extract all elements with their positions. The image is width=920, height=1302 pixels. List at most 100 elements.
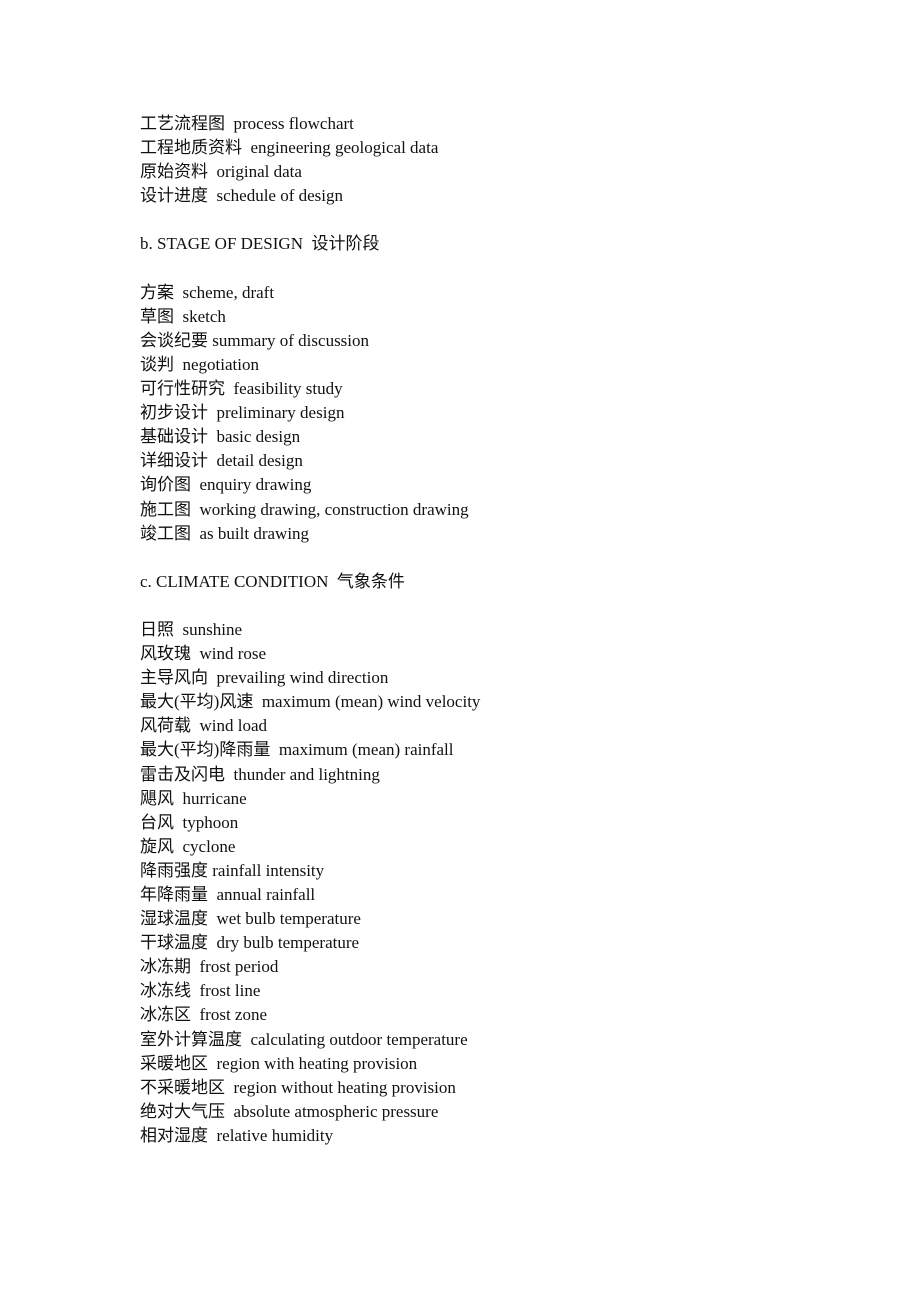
- term-chinese: 方案: [140, 282, 174, 302]
- term-english: negotiation: [182, 354, 259, 374]
- term-english: process flowchart: [233, 114, 354, 133]
- glossary-entry: 设计进度 schedule of design: [140, 184, 480, 208]
- term-separator: [174, 837, 183, 856]
- term-english: schedule of design: [216, 186, 344, 206]
- term-separator: [191, 1005, 200, 1024]
- term-separator: [208, 933, 217, 952]
- term-chinese: 相对湿度: [140, 1125, 208, 1145]
- term-chinese: 干球温度: [140, 933, 208, 953]
- term-english: maximum (mean) wind velocity: [261, 692, 481, 712]
- glossary-entry: 详细设计 detail design: [140, 449, 480, 473]
- term-chinese: 基础设计: [140, 427, 208, 447]
- term-english: engineering geological data: [250, 138, 439, 158]
- glossary-entry: 旋风 cyclone: [140, 835, 480, 859]
- term-chinese: 工艺流程图: [140, 114, 225, 133]
- term-english: frost zone: [199, 1005, 268, 1025]
- glossary-entry: 询价图 enquiry drawing: [140, 473, 480, 497]
- term-separator: [208, 1126, 217, 1145]
- term-chinese: 风荷载: [140, 716, 191, 736]
- term-separator: [174, 620, 183, 639]
- term-separator: [174, 813, 183, 832]
- term-separator: [208, 909, 217, 928]
- term-separator: [225, 379, 234, 398]
- glossary-entry: 谈判 negotiation: [140, 353, 480, 377]
- term-chinese: 台风: [140, 812, 174, 832]
- term-chinese: 雷击及闪电: [140, 764, 225, 784]
- term-separator: [225, 1078, 234, 1097]
- glossary-entry: 原始资料 original data: [140, 160, 480, 184]
- term-english: as built drawing: [199, 523, 310, 543]
- glossary-entry: 可行性研究 feasibility study: [140, 377, 480, 401]
- term-english: dry bulb temperature: [216, 933, 360, 953]
- section-heading: b. STAGE OF DESIGN 设计阶段: [140, 234, 380, 254]
- term-separator: [242, 1030, 251, 1049]
- document-page: 工艺流程图 process flowchart 工程地质资料 engineerin…: [140, 112, 480, 1148]
- term-chinese: 冰冻期: [140, 957, 191, 977]
- term-chinese: 会谈纪要: [140, 330, 208, 350]
- term-separator: [208, 1054, 217, 1073]
- term-english: frost line: [199, 981, 261, 1001]
- glossary-entry: 绝对大气压 absolute atmospheric pressure: [140, 1100, 480, 1124]
- glossary-entry: 基础设计 basic design: [140, 425, 480, 449]
- term-separator: [174, 789, 183, 808]
- glossary-entry: 干球温度 dry bulb temperature: [140, 931, 480, 955]
- term-separator: [208, 451, 217, 470]
- glossary-entry: 冰冻线 frost line: [140, 979, 480, 1003]
- term-chinese: 谈判: [140, 354, 174, 374]
- term-english: working drawing, construction drawing: [199, 499, 469, 519]
- term-english: sunshine: [182, 619, 243, 639]
- term-chinese: 竣工图: [140, 523, 191, 543]
- term-separator: [191, 957, 200, 976]
- term-separator: [225, 765, 234, 784]
- term-chinese: 主导风向: [140, 668, 208, 688]
- term-separator: [208, 427, 217, 446]
- glossary-entry: 方案 scheme, draft: [140, 281, 480, 305]
- term-separator: [191, 475, 200, 494]
- term-chinese: 室外计算温度: [140, 1029, 242, 1049]
- term-separator: [174, 355, 183, 374]
- term-chinese: 采暖地区: [140, 1053, 208, 1073]
- term-separator: [208, 668, 217, 687]
- term-separator: [225, 1102, 234, 1121]
- term-separator: [253, 692, 262, 711]
- glossary-entry: 风荷载 wind load: [140, 714, 480, 738]
- glossary-entry: 风玫瑰 wind rose: [140, 642, 480, 666]
- term-english: enquiry drawing: [199, 475, 312, 495]
- glossary-entry: 相对湿度 relative humidity: [140, 1124, 480, 1148]
- term-chinese: 可行性研究: [140, 379, 225, 399]
- term-chinese: 最大(平均)风速: [140, 692, 254, 712]
- term-english: relative humidity: [216, 1125, 334, 1145]
- term-english: original data: [216, 162, 302, 182]
- term-english: rainfall intensity: [212, 860, 325, 880]
- term-english: frost period: [199, 957, 279, 977]
- term-chinese: 冰冻线: [140, 981, 191, 1001]
- glossary-entry: 湿球温度 wet bulb temperature: [140, 907, 480, 931]
- term-english: calculating outdoor temperature: [250, 1029, 468, 1049]
- term-chinese: 施工图: [140, 499, 191, 519]
- glossary-entry: 施工图 working drawing, construction drawin…: [140, 498, 480, 522]
- section-heading: c. CLIMATE CONDITION 气象条件: [140, 571, 405, 591]
- glossary-entry: 不采暖地区 region without heating provision: [140, 1076, 480, 1100]
- term-chinese: 不采暖地区: [140, 1077, 225, 1097]
- term-english: summary of discussion: [212, 330, 370, 350]
- term-english: maximum (mean) rainfall: [278, 740, 454, 760]
- term-chinese: 工程地质资料: [140, 138, 242, 158]
- glossary-entry: 日照 sunshine: [140, 618, 480, 642]
- glossary-entry: 雷击及闪电 thunder and lightning: [140, 763, 480, 787]
- glossary-entry: 年降雨量 annual rainfall: [140, 883, 480, 907]
- glossary-entry: 初步设计 preliminary design: [140, 401, 480, 425]
- term-chinese: 日照: [140, 619, 174, 639]
- term-english: hurricane: [182, 788, 247, 808]
- term-chinese: 飓风: [140, 788, 174, 808]
- term-chinese: 风玫瑰: [140, 644, 191, 664]
- term-separator: [208, 403, 217, 422]
- glossary-entry: 飓风 hurricane: [140, 787, 480, 811]
- term-separator: [191, 716, 200, 735]
- term-chinese: 询价图: [140, 475, 191, 495]
- term-english: sketch: [182, 306, 226, 326]
- term-chinese: 湿球温度: [140, 909, 208, 929]
